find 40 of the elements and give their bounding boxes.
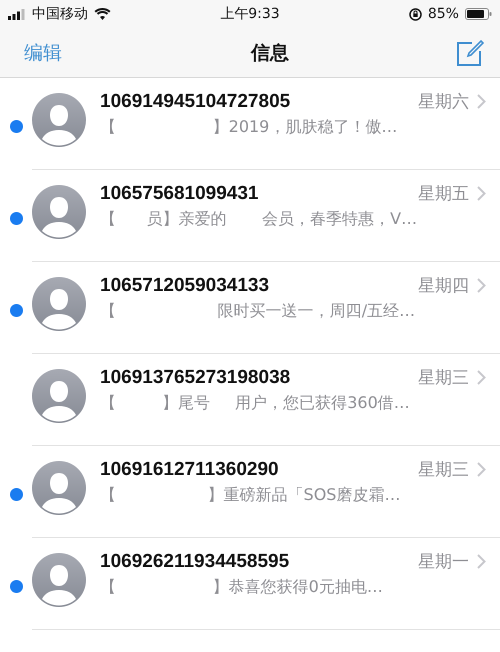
rotation-lock-icon <box>408 8 422 20</box>
avatar-icon <box>32 368 86 422</box>
message-date: 星期六 <box>418 91 469 113</box>
compose-icon[interactable] <box>456 38 484 66</box>
avatar-icon <box>32 92 86 146</box>
message-date: 星期五 <box>418 183 469 205</box>
sender-number: 10691612711360290 <box>100 458 279 480</box>
sender-number: 106913765273198038 <box>100 366 290 388</box>
sender-number: 106914945104727805 <box>100 90 290 112</box>
avatar-icon <box>32 184 86 238</box>
chevron-icon <box>477 186 486 201</box>
sender-number: 106575681099431 <box>100 182 259 204</box>
message-date: 星期一 <box>418 551 469 573</box>
chevron-icon <box>477 94 486 109</box>
message-preview: 【 员】亲爱的 会员，春季特惠，V… <box>100 209 418 230</box>
avatar-icon <box>32 276 86 330</box>
message-preview: 【 】尾号 用户，您已获得360借… <box>100 393 411 414</box>
message-date: 星期四 <box>418 275 469 297</box>
battery-icon <box>464 8 492 20</box>
message-preview: 【 】恭喜您获得0元抽电… <box>100 577 384 598</box>
signal-icon <box>8 8 26 20</box>
message-date: 星期三 <box>418 367 469 389</box>
chevron-icon <box>477 278 486 293</box>
sender-number: 106926211934458595 <box>100 550 290 572</box>
message-date: 星期三 <box>418 459 469 481</box>
carrier-name: 中国移动 <box>32 5 88 23</box>
screen-title: 信息 <box>251 40 289 66</box>
clock-time: 上午9:33 <box>220 5 280 23</box>
avatar-icon <box>32 460 86 514</box>
avatar-icon <box>32 552 86 606</box>
chevron-icon <box>477 370 486 385</box>
chevron-icon <box>477 554 486 569</box>
message-preview: 【 限时买一送一，周四/五经… <box>100 301 416 322</box>
wifi-icon <box>94 8 111 20</box>
message-preview: 【 】重磅新品「SOS磨皮霜… <box>100 485 402 506</box>
sender-number: 1065712059034133 <box>100 274 270 296</box>
edit-button[interactable]: 编辑 <box>24 40 84 66</box>
message-preview: 【 】2019，肌肤稳了！傲… <box>100 117 398 138</box>
battery-percent: 85% <box>428 6 459 22</box>
chevron-icon <box>477 462 486 477</box>
